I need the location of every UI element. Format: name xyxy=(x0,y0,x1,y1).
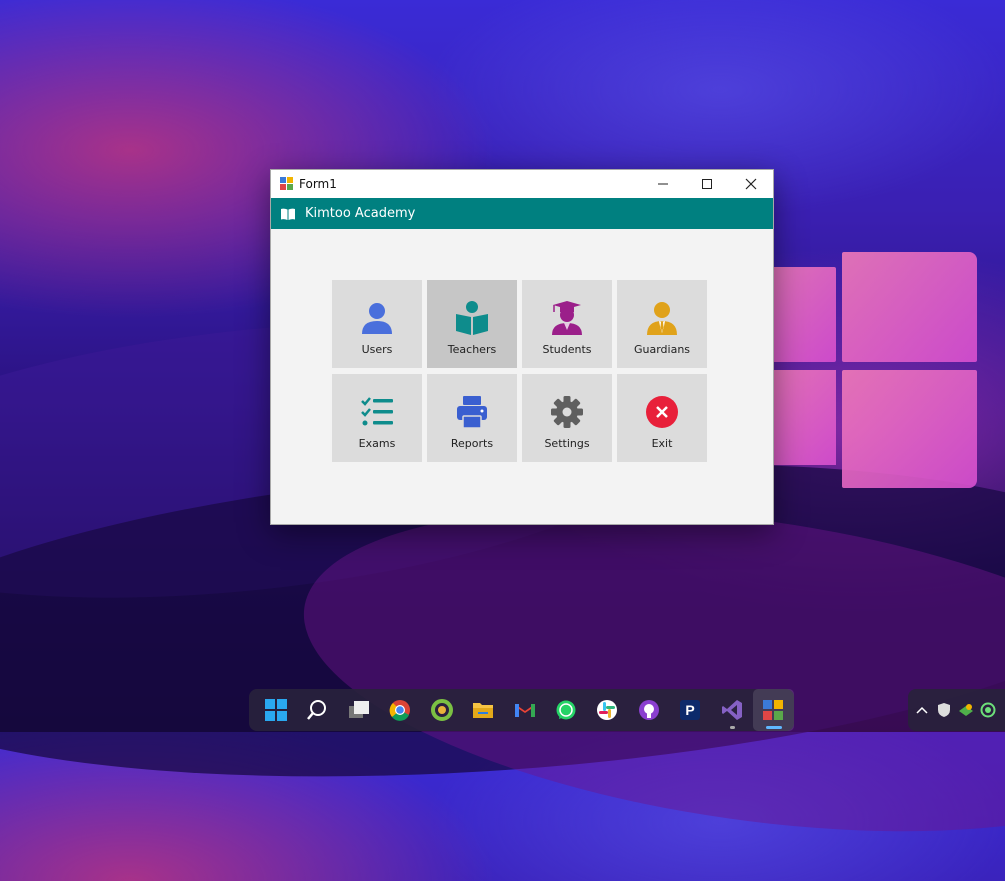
gmail-icon xyxy=(514,704,535,717)
file-explorer-icon xyxy=(473,703,494,718)
guardian-icon xyxy=(647,302,677,335)
form1-app-button[interactable] xyxy=(752,689,795,731)
tile-label: Teachers xyxy=(447,343,497,356)
search-icon xyxy=(307,700,327,720)
network-icon xyxy=(959,704,973,716)
student-icon xyxy=(552,301,582,335)
whatsapp-icon xyxy=(556,700,576,720)
chrome-button[interactable] xyxy=(379,689,420,731)
tile-label: Exams xyxy=(358,437,396,450)
minimize-icon xyxy=(658,183,668,185)
task-view-button[interactable] xyxy=(338,689,379,731)
settings-button[interactable]: Settings xyxy=(522,374,612,462)
network-tray-icon[interactable] xyxy=(958,702,974,718)
search-button[interactable] xyxy=(296,689,337,731)
app-header: Kimtoo Academy xyxy=(271,198,773,229)
show-hidden-icons-button[interactable] xyxy=(914,702,930,718)
tile-label: Students xyxy=(542,343,592,356)
exit-button[interactable]: Exit xyxy=(617,374,707,462)
exams-button[interactable]: Exams xyxy=(332,374,422,462)
chrome-icon xyxy=(389,700,411,721)
tile-label: Users xyxy=(361,343,393,356)
svg-text:P: P xyxy=(686,702,695,718)
close-icon xyxy=(745,178,757,190)
whatsapp-button[interactable] xyxy=(545,689,586,731)
slack-icon xyxy=(597,700,618,720)
browser-button[interactable] xyxy=(421,689,462,731)
security-tray-icon[interactable] xyxy=(936,702,952,718)
tile-label: Exit xyxy=(651,437,673,450)
tile-label: Guardians xyxy=(633,343,691,356)
window-title: Form1 xyxy=(299,177,337,191)
gmail-button[interactable] xyxy=(504,689,545,731)
running-indicator xyxy=(730,726,736,729)
gear-icon xyxy=(551,396,583,428)
p-app-button[interactable]: P xyxy=(670,689,711,731)
printer-icon xyxy=(457,396,487,429)
students-button[interactable]: Students xyxy=(522,280,612,368)
maximize-button[interactable] xyxy=(685,170,729,198)
shield-icon xyxy=(938,703,950,717)
p-app-icon: P xyxy=(680,700,701,720)
minimize-button[interactable] xyxy=(641,170,685,198)
github-button[interactable] xyxy=(628,689,669,731)
app-window: Form1 Kimtoo Academy Users Teachers Stud… xyxy=(270,169,774,525)
users-button[interactable]: Users xyxy=(332,280,422,368)
tile-label: Reports xyxy=(450,437,494,450)
running-indicator xyxy=(765,726,782,729)
guardians-button[interactable]: Guardians xyxy=(617,280,707,368)
app-brand-title: Kimtoo Academy xyxy=(305,206,416,221)
close-button[interactable] xyxy=(729,170,773,198)
teachers-button[interactable]: Teachers xyxy=(427,280,517,368)
taskbar: P xyxy=(249,689,795,731)
reports-button[interactable]: Reports xyxy=(427,374,517,462)
start-button[interactable] xyxy=(255,689,296,731)
windows-logo-wallpaper xyxy=(770,245,980,490)
form1-app-icon xyxy=(763,700,784,720)
visual-studio-icon xyxy=(721,700,742,720)
checklist-icon xyxy=(361,397,393,426)
start-icon xyxy=(264,699,287,721)
tile-label: Settings xyxy=(544,437,590,450)
task-view-icon xyxy=(348,701,369,718)
menu-tiles: Users Teachers Students Guardians Exams … xyxy=(332,280,707,462)
browser-icon xyxy=(430,699,453,721)
visual-studio-button[interactable] xyxy=(711,689,752,731)
teacher-icon xyxy=(456,301,488,335)
circle-status-icon xyxy=(980,702,996,718)
maximize-icon xyxy=(702,179,712,189)
chevron-up-icon xyxy=(916,706,928,714)
user-icon xyxy=(362,303,392,334)
github-icon xyxy=(638,700,659,720)
file-explorer-button[interactable] xyxy=(462,689,503,731)
status-tray-icon[interactable] xyxy=(980,702,996,718)
form-app-icon xyxy=(280,177,294,191)
exit-icon xyxy=(646,396,678,428)
book-icon xyxy=(281,208,295,220)
slack-button[interactable] xyxy=(587,689,628,731)
system-tray xyxy=(908,689,1005,731)
title-bar[interactable]: Form1 xyxy=(271,170,773,198)
